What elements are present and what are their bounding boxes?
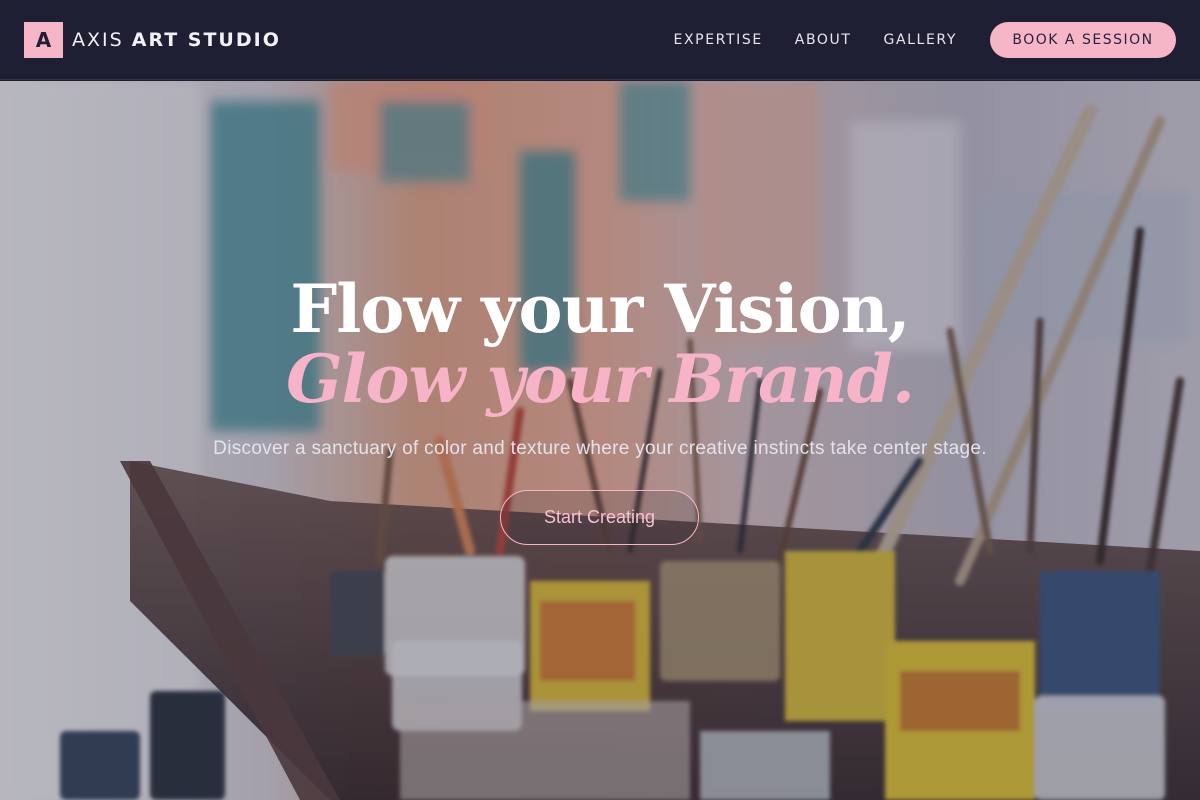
logo[interactable]: A AXIS ART STUDIO <box>24 21 281 58</box>
main-nav: EXPERTISE ABOUT GALLERY BOOK A SESSION <box>642 21 1200 58</box>
start-creating-button[interactable]: Start Creating <box>500 490 699 545</box>
book-session-button[interactable]: BOOK A SESSION <box>990 21 1176 58</box>
logo-text: AXIS ART STUDIO <box>72 29 281 51</box>
nav-link-about[interactable]: ABOUT <box>795 32 852 48</box>
logo-text-light: AXIS <box>72 28 124 51</box>
hero-section: Flow your Vision, Glow your Brand. Disco… <box>0 81 1200 800</box>
hero-subtext: Discover a sanctuary of color and textur… <box>213 438 987 459</box>
navbar: A AXIS ART STUDIO EXPERTISE ABOUT GALLER… <box>0 0 1200 80</box>
logo-mark: A <box>24 21 63 58</box>
hero-headline-line2: Glow your Brand. <box>286 340 915 418</box>
hero-headline-line1: Flow your Vision, <box>290 270 910 348</box>
nav-link-gallery[interactable]: GALLERY <box>884 32 957 48</box>
logo-text-bold: ART STUDIO <box>131 28 281 51</box>
nav-link-expertise[interactable]: EXPERTISE <box>674 32 763 48</box>
